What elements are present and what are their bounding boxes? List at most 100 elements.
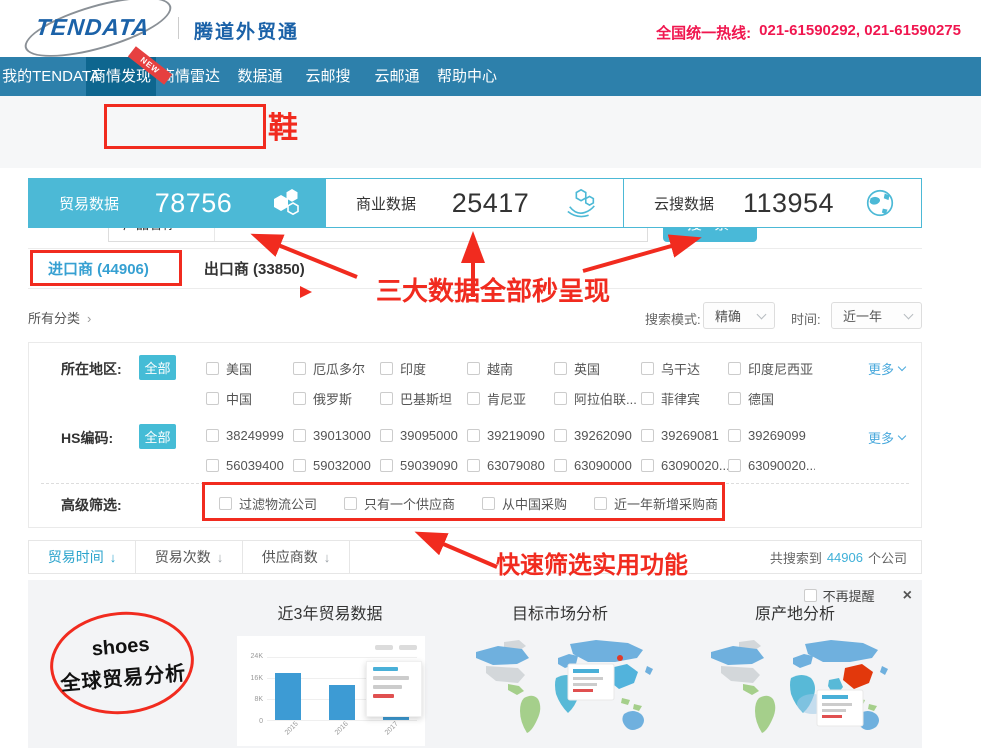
map-tooltip	[568, 664, 614, 700]
checkbox[interactable]	[380, 459, 393, 472]
checkbox[interactable]	[641, 362, 654, 375]
checkbox-label: 越南	[487, 359, 513, 378]
nav-item-datatong[interactable]: 数据通	[237, 57, 282, 96]
checkbox-label: 39269081	[661, 428, 719, 443]
checkbox[interactable]	[380, 429, 393, 442]
nav-item-mail-tong[interactable]: 云邮通	[374, 57, 419, 96]
region-checkbox-item[interactable]: 英国	[554, 359, 641, 378]
nav-item-mail-search[interactable]: 云邮搜	[305, 57, 350, 96]
checkbox[interactable]	[554, 362, 567, 375]
nav-item-help-center[interactable]: 帮助中心	[437, 57, 497, 96]
checkbox[interactable]	[467, 392, 480, 405]
checkbox-label: 59039090	[400, 458, 458, 473]
hscode-checkbox-item[interactable]: 39095000	[380, 428, 467, 443]
region-checkbox-item[interactable]: 菲律宾	[641, 389, 728, 408]
region-checkbox-item[interactable]: 肯尼亚	[467, 389, 554, 408]
region-all-badge[interactable]: 全部	[139, 355, 176, 380]
hscode-all-badge[interactable]: 全部	[139, 424, 176, 449]
trade-data-card[interactable]: 贸易数据 78756	[29, 179, 326, 227]
hscode-checkbox-item[interactable]: 39219090	[467, 428, 554, 443]
checkbox[interactable]	[641, 429, 654, 442]
hscode-more-link[interactable]: 更多	[868, 428, 905, 447]
checkbox[interactable]	[554, 429, 567, 442]
business-data-card[interactable]: 商业数据 25417	[326, 179, 623, 227]
tab-exporter[interactable]: 出口商 (33850)	[204, 258, 305, 279]
chevron-down-icon	[898, 432, 906, 440]
checkbox[interactable]	[293, 429, 306, 442]
region-more-link[interactable]: 更多	[868, 359, 905, 378]
region-checkbox-item[interactable]: 阿拉伯联...	[554, 389, 641, 408]
checkbox-label: 56039400	[226, 458, 284, 473]
tab-importer[interactable]: 进口商 (44906)	[48, 258, 149, 279]
advanced-checkbox-item[interactable]: 只有一个供应商	[344, 494, 455, 513]
hscode-checkbox-item[interactable]: 38249999	[206, 428, 293, 443]
checkbox-label: 阿拉伯联...	[574, 389, 637, 408]
target-market-title: 目标市场分析	[512, 600, 608, 624]
region-checkbox-item[interactable]: 越南	[467, 359, 554, 378]
checkbox[interactable]	[380, 362, 393, 375]
hscode-checkbox-item[interactable]: 56039400	[206, 458, 293, 473]
tendata-logo[interactable]: TENDATA	[36, 14, 196, 44]
checkbox[interactable]	[380, 392, 393, 405]
checkbox[interactable]	[206, 362, 219, 375]
hscode-checkbox-item[interactable]: 63090020...	[641, 458, 728, 473]
hscode-checkbox-item[interactable]: 63079080	[467, 458, 554, 473]
checkbox[interactable]	[594, 497, 607, 510]
checkbox[interactable]	[467, 362, 480, 375]
checkbox[interactable]	[344, 497, 357, 510]
chart-legend	[375, 645, 417, 650]
checkbox[interactable]	[728, 459, 741, 472]
checkbox[interactable]	[641, 459, 654, 472]
cloud-search-data-card[interactable]: 云搜数据 113954	[623, 179, 921, 227]
checkbox[interactable]	[206, 429, 219, 442]
checkbox[interactable]	[728, 362, 741, 375]
hscode-checkbox-item[interactable]: 39269081	[641, 428, 728, 443]
checkbox[interactable]	[554, 459, 567, 472]
checkbox[interactable]	[219, 497, 232, 510]
nav-item-my-tendata[interactable]: 我的TENDATA	[2, 57, 100, 96]
checkbox-label: 德国	[748, 389, 774, 408]
checkbox[interactable]	[206, 392, 219, 405]
checkbox[interactable]	[467, 459, 480, 472]
region-checkbox-item[interactable]: 巴基斯坦	[380, 389, 467, 408]
hscode-checkbox-item[interactable]: 39013000	[293, 428, 380, 443]
checkbox[interactable]	[293, 459, 306, 472]
sort-trade-time[interactable]: 贸易时间	[29, 541, 136, 573]
all-categories-link[interactable]: 所有分类	[28, 308, 91, 327]
region-checkbox-item[interactable]: 印度尼西亚	[728, 359, 815, 378]
time-select[interactable]: 近一年	[831, 302, 922, 329]
sort-supplier-count[interactable]: 供应商数	[243, 541, 350, 573]
hscode-filter-label: HS编码:	[61, 428, 113, 448]
region-filter-label: 所在地区:	[61, 359, 122, 379]
hexagon-cluster-icon	[268, 186, 302, 220]
sort-trade-count[interactable]: 贸易次数	[136, 541, 243, 573]
hscode-checkbox-item[interactable]: 63090000	[554, 458, 641, 473]
checkbox[interactable]	[293, 362, 306, 375]
advanced-checkbox-item[interactable]: 过滤物流公司	[219, 494, 317, 513]
hscode-checkbox-item[interactable]: 63090020...	[728, 458, 815, 473]
checkbox[interactable]	[293, 392, 306, 405]
advanced-checkbox-item[interactable]: 近一年新增采购商	[594, 494, 718, 513]
hscode-checkbox-item[interactable]: 59032000	[293, 458, 380, 473]
checkbox[interactable]	[206, 459, 219, 472]
region-checkbox-item[interactable]: 厄瓜多尔	[293, 359, 380, 378]
checkbox[interactable]	[728, 392, 741, 405]
checkbox[interactable]	[728, 429, 741, 442]
region-checkbox-item[interactable]: 乌干达	[641, 359, 728, 378]
checkbox[interactable]	[641, 392, 654, 405]
search-mode-select[interactable]: 精确	[703, 302, 775, 329]
region-checkbox-item[interactable]: 印度	[380, 359, 467, 378]
checkbox[interactable]	[554, 392, 567, 405]
hscode-checkbox-item[interactable]: 39262090	[554, 428, 641, 443]
region-checkbox-item[interactable]: 中国	[206, 389, 293, 408]
region-checkbox-item[interactable]: 美国	[206, 359, 293, 378]
hscode-checkbox-item[interactable]: 59039090	[380, 458, 467, 473]
sort-label: 贸易次数	[155, 547, 211, 567]
advanced-checkbox-item[interactable]: 从中国采购	[482, 494, 567, 513]
checkbox[interactable]	[467, 429, 480, 442]
close-icon[interactable]: ×	[903, 588, 912, 604]
region-checkbox-item[interactable]: 俄罗斯	[293, 389, 380, 408]
region-checkbox-item[interactable]: 德国	[728, 389, 815, 408]
hscode-checkbox-item[interactable]: 39269099	[728, 428, 815, 443]
checkbox[interactable]	[482, 497, 495, 510]
